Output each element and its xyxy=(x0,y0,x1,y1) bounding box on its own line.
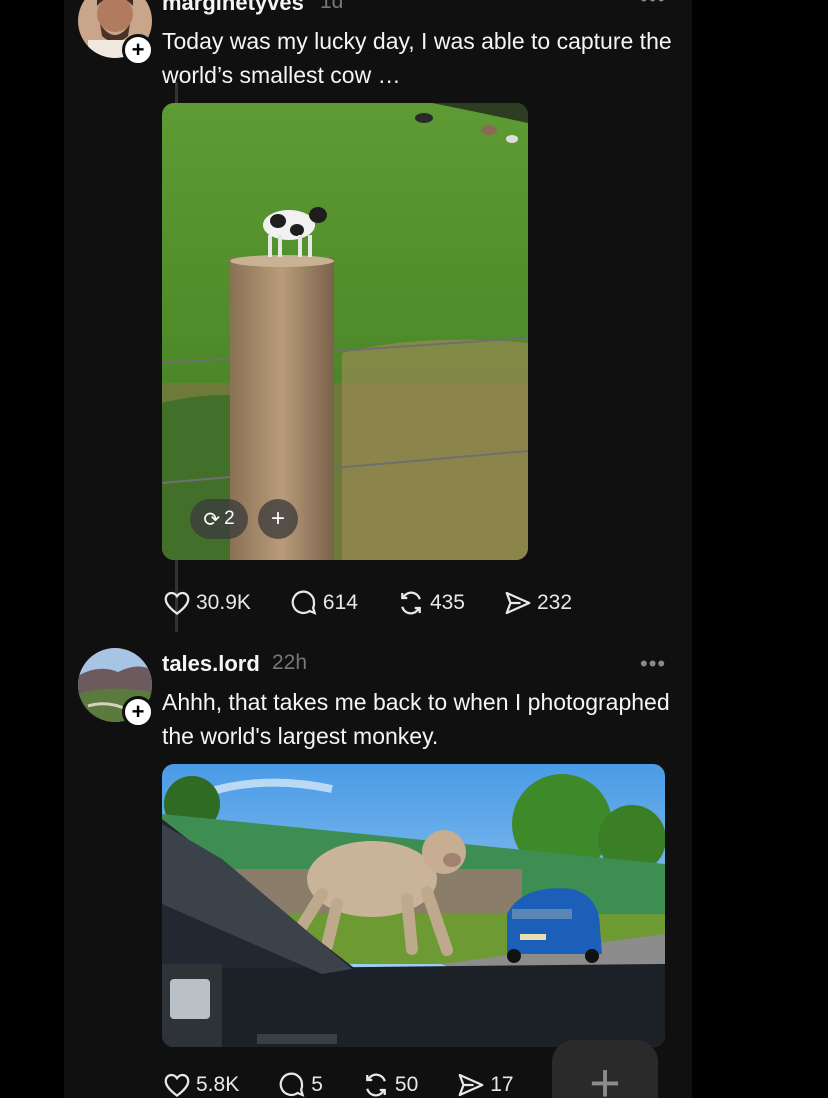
share-button[interactable]: 232 xyxy=(503,588,572,618)
post-text: Ahhh, that takes me back to when I photo… xyxy=(162,689,670,749)
heart-icon xyxy=(164,591,190,616)
like-button[interactable]: 30.9K xyxy=(162,588,251,618)
repost-count: 50 xyxy=(394,1073,419,1096)
follow-button[interactable]: + xyxy=(122,34,154,66)
threads-feed: + marginetyves 1d ••• Today was my lucky… xyxy=(64,0,692,1098)
send-icon xyxy=(505,591,531,615)
like-count: 30.9K xyxy=(196,591,251,614)
repost-count: 435 xyxy=(429,591,465,614)
share-count: 232 xyxy=(536,591,573,614)
repost-icon xyxy=(401,591,421,615)
post-time: 1d xyxy=(320,0,344,13)
post-actions: 5.8K 5 50 17 xyxy=(162,1069,552,1098)
monkey-photo[interactable] xyxy=(162,764,665,1047)
follow-button[interactable]: + xyxy=(122,696,154,728)
post-username[interactable]: marginetyves xyxy=(162,0,304,16)
cow-photo[interactable]: ⟳ 2 + xyxy=(162,103,528,560)
more-options-button[interactable]: ••• xyxy=(640,651,666,677)
repost-icon xyxy=(366,1073,386,1097)
post-time: 22h xyxy=(272,651,308,674)
more-options-button[interactable]: ••• xyxy=(640,0,666,12)
comment-icon xyxy=(279,1072,305,1097)
heart-icon xyxy=(164,1073,190,1098)
share-button[interactable]: 17 xyxy=(456,1070,514,1098)
post-actions: 30.9K 614 435 232 xyxy=(162,587,610,619)
post-username[interactable]: tales.lord xyxy=(162,651,260,677)
comment-button[interactable]: 5 xyxy=(277,1070,323,1098)
repost-chip-count: 2 xyxy=(224,508,235,529)
add-to-image-button[interactable]: + xyxy=(258,499,298,539)
share-count: 17 xyxy=(490,1073,514,1096)
new-thread-button[interactable]: + xyxy=(552,1040,658,1098)
comment-button[interactable]: 614 xyxy=(289,588,358,618)
comment-icon xyxy=(291,590,317,615)
repost-chip-icon: ⟳ xyxy=(203,508,221,531)
like-button[interactable]: 5.8K xyxy=(162,1070,239,1098)
repost-button[interactable]: 435 xyxy=(396,588,465,618)
repost-count-chip[interactable]: ⟳ 2 xyxy=(190,499,248,539)
repost-button[interactable]: 50 xyxy=(361,1070,418,1098)
comment-count: 5 xyxy=(311,1073,323,1096)
like-count: 5.8K xyxy=(196,1073,240,1096)
post-text: Today was my lucky day, I was able to ca… xyxy=(162,28,672,88)
send-icon xyxy=(458,1073,484,1097)
comment-count: 614 xyxy=(322,591,358,614)
